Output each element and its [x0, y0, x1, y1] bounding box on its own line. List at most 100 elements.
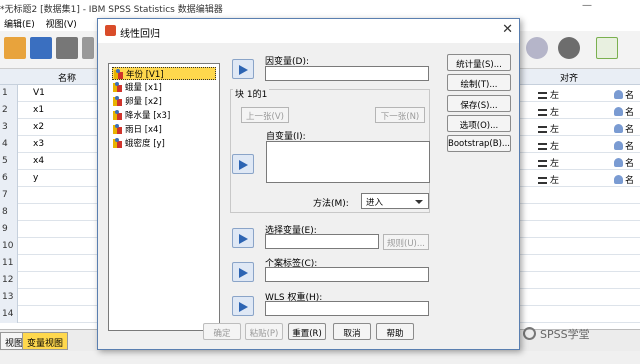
row-number[interactable]: 9 — [0, 221, 18, 238]
move-to-case-labels-button[interactable] — [232, 262, 254, 282]
wls-weight-field[interactable] — [265, 301, 429, 316]
row-number[interactable]: 10 — [0, 238, 18, 255]
row-number[interactable]: 5 — [0, 153, 18, 170]
reset-button[interactable]: 重置(R) — [288, 323, 326, 340]
options-button[interactable]: 选项(O)... — [447, 115, 511, 132]
nominal-icon — [614, 90, 623, 99]
role-text: 名 — [625, 125, 635, 135]
row-number[interactable]: 2 — [0, 102, 18, 119]
variable-label: 降水量 [x3] — [125, 111, 171, 121]
align-text: 左 — [550, 91, 560, 101]
list-item[interactable]: 年份 [V1] — [112, 67, 216, 80]
menu-edit[interactable]: 编辑(E) — [0, 15, 39, 32]
print-icon[interactable] — [56, 37, 78, 59]
move-to-selection-button[interactable] — [232, 228, 254, 248]
rule-button[interactable]: 规则(U)... — [383, 234, 429, 250]
nominal-icon — [614, 158, 623, 167]
cell-align[interactable]: 左 — [538, 173, 559, 186]
linear-regression-dialog: 线性回归 ✕ 年份 [V1] 蛾量 [x1] 卵量 [x2] 降水量 [x3] … — [97, 18, 520, 350]
cell-role[interactable]: 名 — [614, 139, 634, 152]
column-name-header[interactable]: 名称 — [58, 71, 76, 84]
move-to-dependent-button[interactable] — [232, 59, 254, 79]
paste-button[interactable]: 粘贴(P) — [245, 323, 283, 340]
scale-variable-icon — [113, 110, 122, 120]
cell-role[interactable]: 名 — [614, 88, 634, 101]
cell-name[interactable]: x3 — [33, 139, 44, 149]
selection-field[interactable] — [265, 234, 379, 249]
dialog-titlebar[interactable]: 线性回归 ✕ — [98, 19, 519, 43]
tab-variable-view[interactable]: 变量视图 — [22, 332, 69, 350]
cell-role[interactable]: 名 — [614, 173, 634, 186]
align-left-icon — [538, 92, 547, 99]
watermark: SPSS学堂 — [523, 326, 590, 342]
align-left-icon — [538, 126, 547, 133]
chevron-down-icon — [415, 200, 423, 204]
align-left-icon — [538, 109, 547, 116]
bootstrap-button[interactable]: Bootstrap(B)... — [447, 135, 511, 152]
menu-view[interactable]: 视图(V) — [42, 15, 81, 32]
cell-name[interactable]: y — [33, 173, 38, 183]
cell-role[interactable]: 名 — [614, 122, 634, 135]
save-icon[interactable] — [30, 37, 52, 59]
previous-block-button[interactable]: 上一张(V) — [241, 107, 289, 123]
cell-role[interactable]: 名 — [614, 105, 634, 118]
independent-list[interactable] — [266, 141, 430, 183]
scale-variable-icon — [113, 96, 122, 106]
row-number[interactable]: 14 — [0, 306, 18, 323]
cell-role[interactable]: 名 — [614, 156, 634, 169]
ok-button[interactable]: 确定 — [203, 323, 241, 340]
row-number[interactable]: 11 — [0, 255, 18, 272]
cell-align[interactable]: 左 — [538, 105, 559, 118]
column-align-header[interactable]: 对齐 — [560, 71, 578, 84]
spell-check-icon[interactable] — [596, 37, 618, 59]
cell-name[interactable]: x4 — [33, 156, 44, 166]
row-number[interactable]: 1 — [0, 85, 18, 102]
statistics-button[interactable]: 统计量(S)... — [447, 54, 511, 71]
case-labels-field[interactable] — [265, 267, 429, 282]
row-number[interactable]: 4 — [0, 136, 18, 153]
list-item[interactable]: 雨日 [x4] — [112, 123, 216, 136]
cell-name[interactable]: V1 — [33, 88, 45, 98]
list-item[interactable]: 蛾量 [x1] — [112, 81, 216, 94]
cancel-button[interactable]: 取消 — [333, 323, 371, 340]
nominal-icon — [614, 141, 623, 150]
list-item[interactable]: 降水量 [x3] — [112, 109, 216, 122]
venn-icon[interactable] — [526, 37, 548, 59]
list-item[interactable]: 卵量 [x2] — [112, 95, 216, 108]
open-icon[interactable] — [4, 37, 26, 59]
cell-align[interactable]: 左 — [538, 139, 559, 152]
close-icon[interactable]: ✕ — [502, 22, 513, 37]
dialog-recall-icon[interactable] — [82, 37, 94, 59]
source-variable-list[interactable]: 年份 [V1] 蛾量 [x1] 卵量 [x2] 降水量 [x3] 雨日 [x4]… — [108, 63, 220, 331]
help-button[interactable]: 帮助 — [376, 323, 414, 340]
move-to-independent-button[interactable] — [232, 154, 254, 174]
variable-label: 卵量 [x2] — [125, 97, 162, 107]
row-number[interactable]: 6 — [0, 170, 18, 187]
row-number[interactable]: 8 — [0, 204, 18, 221]
cell-align[interactable]: 左 — [538, 156, 559, 169]
variable-label: 雨日 [x4] — [125, 125, 162, 135]
next-block-button[interactable]: 下一张(N) — [375, 107, 425, 123]
cell-align[interactable]: 左 — [538, 88, 559, 101]
dependent-field[interactable] — [265, 66, 429, 81]
cell-name[interactable]: x1 — [33, 105, 44, 115]
align-text: 左 — [550, 142, 560, 152]
move-to-wls-button[interactable] — [232, 296, 254, 316]
row-number[interactable]: 7 — [0, 187, 18, 204]
role-text: 名 — [625, 176, 635, 186]
row-number[interactable]: 3 — [0, 119, 18, 136]
window-title: *无标题2 [数据集1] - IBM SPSS Statistics 数据编辑器… — [0, 0, 640, 15]
list-item[interactable]: 蛾密度 [y] — [112, 137, 216, 150]
plots-button[interactable]: 绘制(T)... — [447, 74, 511, 91]
save-button[interactable]: 保存(S)... — [447, 95, 511, 112]
scale-variable-icon — [113, 124, 122, 134]
nominal-icon — [614, 175, 623, 184]
cell-name[interactable]: x2 — [33, 122, 44, 132]
sets-icon[interactable] — [558, 37, 580, 59]
row-number[interactable]: 12 — [0, 272, 18, 289]
minimize-icon[interactable]: — — [582, 0, 592, 11]
method-select[interactable]: 进入 — [361, 193, 429, 209]
row-number[interactable]: 13 — [0, 289, 18, 306]
role-text: 名 — [625, 91, 635, 101]
cell-align[interactable]: 左 — [538, 122, 559, 135]
